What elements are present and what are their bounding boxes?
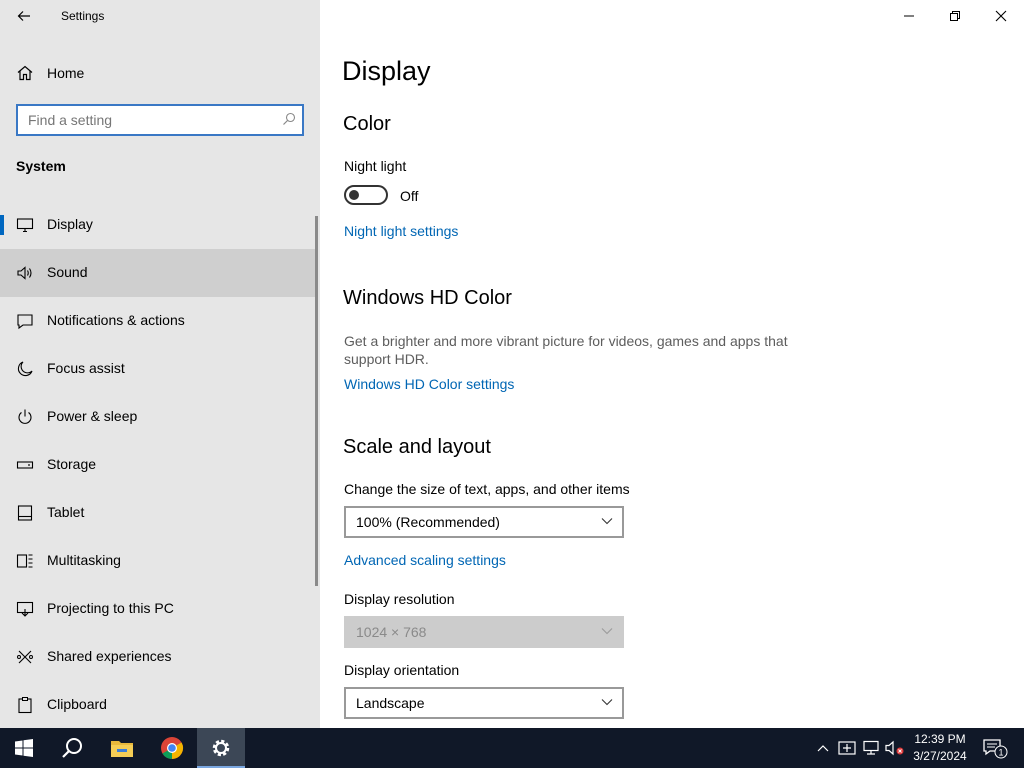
sidebar-item-storage[interactable]: Storage <box>0 441 316 489</box>
page-title: Display <box>342 56 431 86</box>
orientation-label: Display orientation <box>344 662 460 678</box>
main-content: Display Color Night light Off Night ligh… <box>320 0 1024 728</box>
home-icon <box>17 65 33 81</box>
clipboard-icon <box>18 697 32 714</box>
sidebar-item-label: Clipboard <box>47 696 107 712</box>
orientation-value: Landscape <box>356 695 425 711</box>
hd-color-heading: Windows HD Color <box>343 287 512 309</box>
home-nav-item[interactable]: Home <box>0 57 320 89</box>
chrome-button[interactable] <box>148 728 196 768</box>
resolution-value: 1024 × 768 <box>356 624 427 640</box>
sidebar-scrollbar[interactable] <box>315 216 318 586</box>
sidebar-item-tablet[interactable]: Tablet <box>0 489 316 537</box>
volume-muted-icon <box>885 740 904 756</box>
hd-color-settings-link[interactable]: Windows HD Color settings <box>344 376 514 392</box>
sidebar-item-label: Tablet <box>47 504 85 520</box>
sidebar-item-label: Notifications & actions <box>47 312 185 328</box>
moon-icon <box>17 361 33 377</box>
back-arrow-icon <box>17 11 30 21</box>
chrome-icon <box>161 737 184 759</box>
section-label-system: System <box>16 158 66 174</box>
windows-logo-icon <box>15 739 33 757</box>
sidebar-item-label: Power & sleep <box>47 408 138 424</box>
notification-icon <box>17 314 33 330</box>
sidebar: Settings Home System Display Sound Notif… <box>0 0 320 728</box>
settings-taskbar-button[interactable] <box>197 728 245 768</box>
sidebar-item-power-sleep[interactable]: Power & sleep <box>0 393 316 441</box>
sidebar-item-shared-experiences[interactable]: Shared experiences <box>0 633 316 681</box>
chevron-up-icon <box>817 745 829 752</box>
resolution-dropdown: 1024 × 768 <box>344 616 624 648</box>
sidebar-item-multitasking[interactable]: Multitasking <box>0 537 316 585</box>
sidebar-item-sound[interactable]: Sound <box>0 249 316 297</box>
color-heading: Color <box>343 113 391 135</box>
clock-time: 12:39 PM <box>914 732 966 746</box>
tablet-icon <box>17 505 33 521</box>
night-light-label: Night light <box>344 158 407 174</box>
sidebar-item-notifications[interactable]: Notifications & actions <box>0 297 316 345</box>
network-icon <box>863 740 879 755</box>
shared-icon <box>17 650 33 664</box>
show-hidden-icons-button[interactable] <box>813 728 833 768</box>
clock[interactable]: 12:39 PM 3/27/2024 <box>905 731 975 765</box>
sidebar-item-label: Display <box>47 216 93 232</box>
notification-center-icon: 1 <box>983 739 1008 759</box>
monitor-icon <box>16 218 34 233</box>
sidebar-item-label: Shared experiences <box>47 648 172 664</box>
sidebar-item-label: Sound <box>47 264 88 280</box>
sidebar-item-clipboard[interactable]: Clipboard <box>0 681 316 729</box>
night-light-settings-link[interactable]: Night light settings <box>344 223 458 239</box>
projecting-icon <box>16 601 34 617</box>
notification-count: 1 <box>998 748 1003 758</box>
search-icon[interactable] <box>282 112 296 126</box>
chevron-down-icon <box>601 699 613 706</box>
gear-icon <box>212 739 230 757</box>
search-input[interactable] <box>18 106 288 134</box>
sidebar-item-label: Focus assist <box>47 360 125 376</box>
search-box[interactable] <box>16 104 304 136</box>
security-icon <box>838 741 856 755</box>
scale-value: 100% (Recommended) <box>356 514 500 530</box>
speaker-icon <box>17 266 32 280</box>
start-button[interactable] <box>0 728 48 768</box>
tray-app-icon[interactable] <box>836 728 858 768</box>
action-center-button[interactable]: 1 <box>978 728 1012 768</box>
sidebar-item-label: Projecting to this PC <box>47 600 174 616</box>
network-button[interactable] <box>860 728 882 768</box>
sidebar-item-focus-assist[interactable]: Focus assist <box>0 345 316 393</box>
taskbar: 12:39 PM 3/27/2024 1 <box>0 728 1024 768</box>
orientation-dropdown[interactable]: Landscape <box>344 687 624 719</box>
night-light-toggle[interactable] <box>344 185 388 205</box>
clock-date: 3/27/2024 <box>913 749 967 763</box>
file-explorer-button[interactable] <box>98 728 146 768</box>
scale-dropdown[interactable]: 100% (Recommended) <box>344 506 624 538</box>
sidebar-item-projecting[interactable]: Projecting to this PC <box>0 585 316 633</box>
sidebar-item-label: Multitasking <box>47 552 121 568</box>
chevron-down-icon <box>601 628 613 635</box>
search-taskbar-button[interactable] <box>48 728 96 768</box>
power-icon <box>18 409 32 424</box>
chevron-down-icon <box>601 518 613 525</box>
search-icon <box>62 738 82 758</box>
scale-size-label: Change the size of text, apps, and other… <box>344 481 630 497</box>
storage-icon <box>16 461 34 469</box>
sidebar-item-label: Storage <box>47 456 97 472</box>
toggle-knob <box>349 190 359 200</box>
back-button[interactable] <box>8 4 40 28</box>
scale-layout-heading: Scale and layout <box>343 436 491 458</box>
multitasking-icon <box>16 554 33 568</box>
volume-button[interactable] <box>884 728 906 768</box>
resolution-label: Display resolution <box>344 591 455 607</box>
home-label: Home <box>47 65 85 81</box>
app-title: Settings <box>61 9 105 23</box>
title-bar: Settings <box>0 0 320 32</box>
night-light-state: Off <box>400 188 419 204</box>
sidebar-item-display[interactable]: Display <box>0 201 316 249</box>
folder-icon <box>111 741 133 757</box>
hd-color-description: Get a brighter and more vibrant picture … <box>344 333 788 367</box>
advanced-scaling-link[interactable]: Advanced scaling settings <box>344 552 506 568</box>
